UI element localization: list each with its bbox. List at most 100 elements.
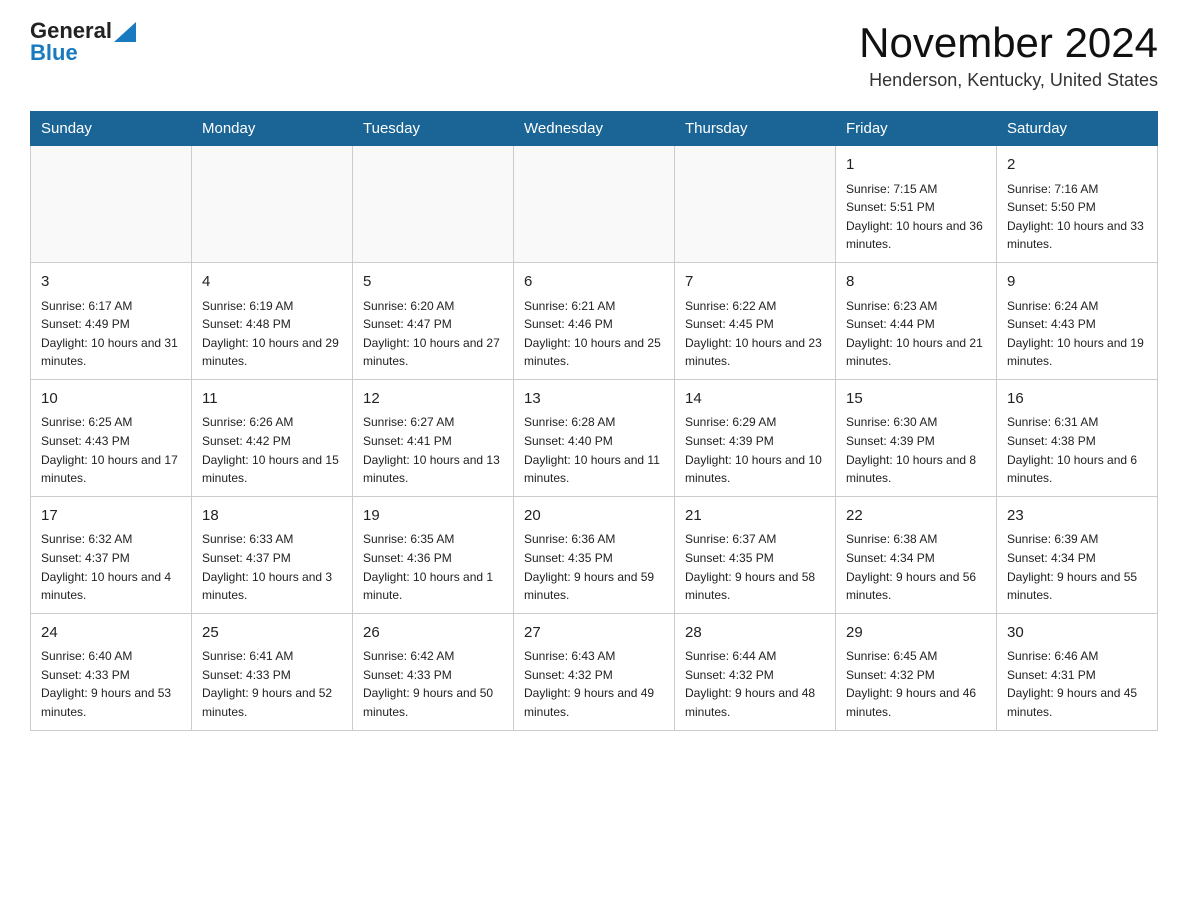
weekday-header-wednesday: Wednesday: [514, 112, 675, 146]
calendar-week-3: 10Sunrise: 6:25 AM Sunset: 4:43 PM Dayli…: [31, 379, 1158, 496]
calendar-cell: [514, 146, 675, 263]
day-number: 6: [524, 271, 664, 294]
day-number: 15: [846, 388, 986, 411]
day-number: 16: [1007, 388, 1147, 411]
weekday-header-monday: Monday: [192, 112, 353, 146]
calendar-cell: 11Sunrise: 6:26 AM Sunset: 4:42 PM Dayli…: [192, 379, 353, 496]
sun-info: Sunrise: 6:44 AM Sunset: 4:32 PM Dayligh…: [685, 647, 825, 721]
day-number: 10: [41, 388, 181, 411]
day-number: 26: [363, 622, 503, 645]
sun-info: Sunrise: 6:24 AM Sunset: 4:43 PM Dayligh…: [1007, 297, 1147, 371]
day-number: 7: [685, 271, 825, 294]
day-number: 1: [846, 154, 986, 177]
day-number: 18: [202, 505, 342, 528]
day-number: 22: [846, 505, 986, 528]
calendar-cell: 18Sunrise: 6:33 AM Sunset: 4:37 PM Dayli…: [192, 496, 353, 613]
sun-info: Sunrise: 6:29 AM Sunset: 4:39 PM Dayligh…: [685, 413, 825, 487]
sun-info: Sunrise: 6:30 AM Sunset: 4:39 PM Dayligh…: [846, 413, 986, 487]
sun-info: Sunrise: 6:28 AM Sunset: 4:40 PM Dayligh…: [524, 413, 664, 487]
sun-info: Sunrise: 7:15 AM Sunset: 5:51 PM Dayligh…: [846, 180, 986, 254]
day-number: 28: [685, 622, 825, 645]
day-number: 8: [846, 271, 986, 294]
calendar-cell: 21Sunrise: 6:37 AM Sunset: 4:35 PM Dayli…: [675, 496, 836, 613]
day-number: 3: [41, 271, 181, 294]
sun-info: Sunrise: 6:42 AM Sunset: 4:33 PM Dayligh…: [363, 647, 503, 721]
calendar-cell: 26Sunrise: 6:42 AM Sunset: 4:33 PM Dayli…: [353, 613, 514, 730]
calendar-cell: 22Sunrise: 6:38 AM Sunset: 4:34 PM Dayli…: [836, 496, 997, 613]
sun-info: Sunrise: 6:40 AM Sunset: 4:33 PM Dayligh…: [41, 647, 181, 721]
calendar-cell: 28Sunrise: 6:44 AM Sunset: 4:32 PM Dayli…: [675, 613, 836, 730]
sun-info: Sunrise: 6:45 AM Sunset: 4:32 PM Dayligh…: [846, 647, 986, 721]
calendar-cell: 29Sunrise: 6:45 AM Sunset: 4:32 PM Dayli…: [836, 613, 997, 730]
sun-info: Sunrise: 6:43 AM Sunset: 4:32 PM Dayligh…: [524, 647, 664, 721]
calendar-cell: 25Sunrise: 6:41 AM Sunset: 4:33 PM Dayli…: [192, 613, 353, 730]
sun-info: Sunrise: 6:37 AM Sunset: 4:35 PM Dayligh…: [685, 530, 825, 604]
calendar-cell: 2 Sunrise: 7:16 AM Sunset: 5:50 PM Daylig…: [997, 146, 1158, 263]
weekday-header-thursday: Thursday: [675, 112, 836, 146]
sun-info: Sunrise: 6:33 AM Sunset: 4:37 PM Dayligh…: [202, 530, 342, 604]
calendar-cell: 9 Sunrise: 6:24 AM Sunset: 4:43 PM Daylig…: [997, 263, 1158, 380]
calendar-cell: [353, 146, 514, 263]
calendar-cell: 15Sunrise: 6:30 AM Sunset: 4:39 PM Dayli…: [836, 379, 997, 496]
sun-info: Sunrise: 6:22 AM Sunset: 4:45 PM Dayligh…: [685, 297, 825, 371]
day-number: 21: [685, 505, 825, 528]
sun-info: Sunrise: 6:20 AM Sunset: 4:47 PM Dayligh…: [363, 297, 503, 371]
sun-info: Sunrise: 6:17 AM Sunset: 4:49 PM Dayligh…: [41, 297, 181, 371]
logo-triangle-icon: [114, 22, 136, 42]
calendar-cell: [192, 146, 353, 263]
sun-info: Sunrise: 6:31 AM Sunset: 4:38 PM Dayligh…: [1007, 413, 1147, 487]
day-number: 5: [363, 271, 503, 294]
calendar-cell: 24Sunrise: 6:40 AM Sunset: 4:33 PM Dayli…: [31, 613, 192, 730]
calendar-cell: 10Sunrise: 6:25 AM Sunset: 4:43 PM Dayli…: [31, 379, 192, 496]
calendar-week-5: 24Sunrise: 6:40 AM Sunset: 4:33 PM Dayli…: [31, 613, 1158, 730]
day-number: 29: [846, 622, 986, 645]
day-number: 20: [524, 505, 664, 528]
calendar-cell: [31, 146, 192, 263]
sun-info: Sunrise: 6:46 AM Sunset: 4:31 PM Dayligh…: [1007, 647, 1147, 721]
sun-info: Sunrise: 6:25 AM Sunset: 4:43 PM Dayligh…: [41, 413, 181, 487]
calendar-cell: 3 Sunrise: 6:17 AM Sunset: 4:49 PM Daylig…: [31, 263, 192, 380]
calendar-cell: 16Sunrise: 6:31 AM Sunset: 4:38 PM Dayli…: [997, 379, 1158, 496]
calendar-week-1: 1 Sunrise: 7:15 AM Sunset: 5:51 PM Daylig…: [31, 146, 1158, 263]
sun-info: Sunrise: 6:23 AM Sunset: 4:44 PM Dayligh…: [846, 297, 986, 371]
title-block: November 2024 Henderson, Kentucky, Unite…: [859, 20, 1158, 91]
day-number: 27: [524, 622, 664, 645]
sun-info: Sunrise: 6:27 AM Sunset: 4:41 PM Dayligh…: [363, 413, 503, 487]
calendar-cell: 8 Sunrise: 6:23 AM Sunset: 4:44 PM Daylig…: [836, 263, 997, 380]
calendar-cell: 20Sunrise: 6:36 AM Sunset: 4:35 PM Dayli…: [514, 496, 675, 613]
calendar-cell: 17Sunrise: 6:32 AM Sunset: 4:37 PM Dayli…: [31, 496, 192, 613]
sun-info: Sunrise: 6:38 AM Sunset: 4:34 PM Dayligh…: [846, 530, 986, 604]
calendar-cell: 12Sunrise: 6:27 AM Sunset: 4:41 PM Dayli…: [353, 379, 514, 496]
day-number: 25: [202, 622, 342, 645]
day-number: 9: [1007, 271, 1147, 294]
day-number: 2: [1007, 154, 1147, 177]
sun-info: Sunrise: 7:16 AM Sunset: 5:50 PM Dayligh…: [1007, 180, 1147, 254]
weekday-header-tuesday: Tuesday: [353, 112, 514, 146]
weekday-header-friday: Friday: [836, 112, 997, 146]
calendar-cell: 5 Sunrise: 6:20 AM Sunset: 4:47 PM Daylig…: [353, 263, 514, 380]
sun-info: Sunrise: 6:32 AM Sunset: 4:37 PM Dayligh…: [41, 530, 181, 604]
calendar-cell: 4 Sunrise: 6:19 AM Sunset: 4:48 PM Daylig…: [192, 263, 353, 380]
day-number: 30: [1007, 622, 1147, 645]
sun-info: Sunrise: 6:19 AM Sunset: 4:48 PM Dayligh…: [202, 297, 342, 371]
day-number: 11: [202, 388, 342, 411]
calendar-table: SundayMondayTuesdayWednesdayThursdayFrid…: [30, 111, 1158, 730]
day-number: 24: [41, 622, 181, 645]
calendar-cell: 14Sunrise: 6:29 AM Sunset: 4:39 PM Dayli…: [675, 379, 836, 496]
sun-info: Sunrise: 6:26 AM Sunset: 4:42 PM Dayligh…: [202, 413, 342, 487]
calendar-cell: [675, 146, 836, 263]
calendar-week-2: 3 Sunrise: 6:17 AM Sunset: 4:49 PM Daylig…: [31, 263, 1158, 380]
logo-blue-text: Blue: [30, 42, 78, 64]
month-title: November 2024: [859, 20, 1158, 66]
calendar-cell: 30Sunrise: 6:46 AM Sunset: 4:31 PM Dayli…: [997, 613, 1158, 730]
day-number: 23: [1007, 505, 1147, 528]
day-number: 4: [202, 271, 342, 294]
calendar-week-4: 17Sunrise: 6:32 AM Sunset: 4:37 PM Dayli…: [31, 496, 1158, 613]
sun-info: Sunrise: 6:39 AM Sunset: 4:34 PM Dayligh…: [1007, 530, 1147, 604]
calendar-cell: 13Sunrise: 6:28 AM Sunset: 4:40 PM Dayli…: [514, 379, 675, 496]
sun-info: Sunrise: 6:36 AM Sunset: 4:35 PM Dayligh…: [524, 530, 664, 604]
calendar-cell: 27Sunrise: 6:43 AM Sunset: 4:32 PM Dayli…: [514, 613, 675, 730]
location-text: Henderson, Kentucky, United States: [859, 70, 1158, 91]
day-number: 14: [685, 388, 825, 411]
weekday-header-saturday: Saturday: [997, 112, 1158, 146]
